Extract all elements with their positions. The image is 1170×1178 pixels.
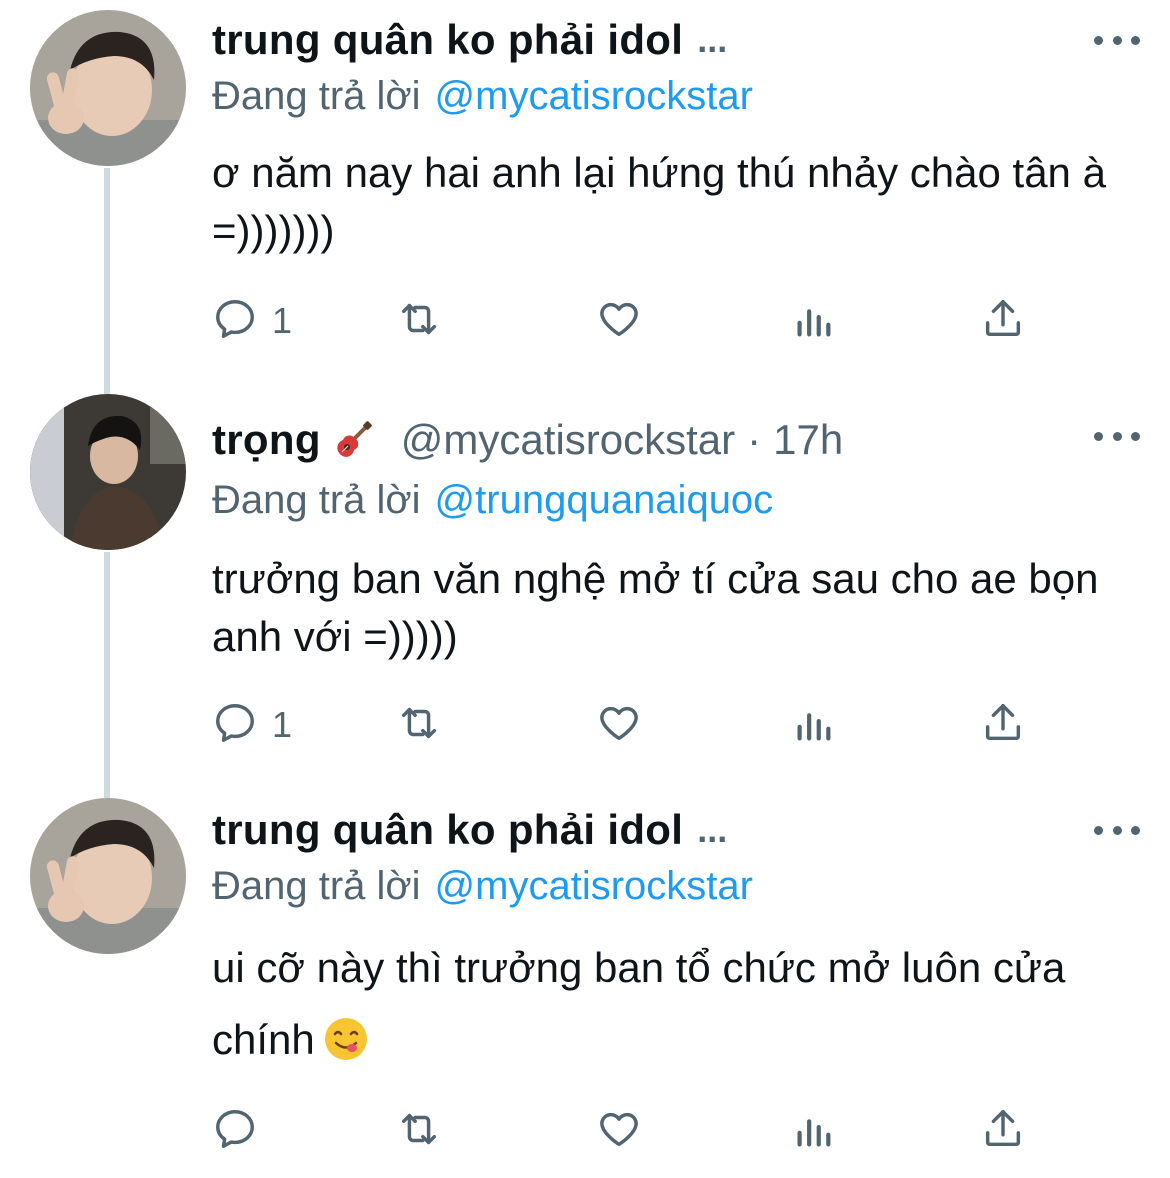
- analytics-button[interactable]: [790, 1106, 836, 1156]
- reply-button[interactable]: 1: [212, 700, 292, 750]
- retweet-icon: [396, 700, 442, 751]
- retweet-button[interactable]: [396, 1106, 442, 1156]
- retweet-button[interactable]: [396, 700, 442, 750]
- tweet-text: ơ năm nay hai anh lại hứng thú nhảy chào…: [212, 149, 1106, 254]
- separator-dot: ·: [747, 416, 762, 463]
- reply-count: 1: [272, 704, 293, 745]
- retweet-icon: [396, 296, 442, 347]
- reply-button[interactable]: [212, 1106, 272, 1156]
- analytics-icon: [790, 700, 836, 751]
- author-name[interactable]: trọng: [212, 416, 321, 464]
- share-button[interactable]: [980, 700, 1026, 750]
- analytics-button[interactable]: [790, 700, 836, 750]
- reply-icon: [212, 700, 258, 751]
- guitar-emoji: [333, 420, 373, 460]
- like-icon: [596, 296, 642, 347]
- mention-link[interactable]: @mycatisrockstar: [435, 864, 753, 908]
- like-button[interactable]: [596, 1106, 642, 1156]
- reply-icon: [212, 296, 258, 347]
- author-handle[interactable]: @mycatisrockstar: [401, 416, 735, 464]
- replying-to-label: Đang trả lời: [212, 864, 421, 908]
- analytics-icon: [790, 1106, 836, 1157]
- action-bar: [212, 1106, 1042, 1156]
- like-icon: [596, 1106, 642, 1157]
- name-truncation: ...: [697, 809, 728, 850]
- yum-face-emoji: [323, 1012, 369, 1060]
- name-truncation: ...: [697, 19, 728, 60]
- tweet-1[interactable]: trung quân ko phải idol ... Đang trả lời…: [0, 0, 1170, 380]
- replying-to-label: Đang trả lời: [212, 74, 421, 118]
- replying-to-label: Đang trả lời: [212, 478, 421, 522]
- share-icon: [980, 1106, 1026, 1157]
- more-options-icon[interactable]: [1094, 820, 1140, 840]
- avatar[interactable]: [30, 10, 186, 166]
- action-bar: 1: [212, 700, 1042, 750]
- retweet-icon: [396, 1106, 442, 1157]
- tweet-2[interactable]: trọng @mycatisrockstar · 17h Đang trả lờ…: [0, 394, 1170, 794]
- mention-link[interactable]: @trungquanaiquoc: [435, 478, 774, 522]
- reply-count: 1: [272, 300, 293, 341]
- avatar[interactable]: [30, 798, 186, 954]
- replying-to: Đang trả lời @mycatisrockstar: [212, 74, 753, 119]
- mention-link[interactable]: @mycatisrockstar: [435, 74, 753, 118]
- replying-to: Đang trả lời @trungquanaiquoc: [212, 478, 773, 523]
- tweet-text: ui cỡ này thì trưởng ban tổ chức mở luôn…: [212, 932, 1142, 1076]
- tweet-header: trung quân ko phải idol ...: [212, 10, 727, 70]
- avatar[interactable]: [30, 394, 186, 550]
- author-name[interactable]: trung quân ko phải idol: [212, 806, 683, 854]
- replying-to: Đang trả lời @mycatisrockstar: [212, 864, 753, 909]
- action-bar: 1: [212, 296, 1042, 346]
- analytics-button[interactable]: [790, 296, 836, 346]
- share-icon: [980, 296, 1026, 347]
- share-icon: [980, 700, 1026, 751]
- author-name[interactable]: trung quân ko phải idol: [212, 16, 683, 64]
- like-button[interactable]: [596, 296, 642, 346]
- share-button[interactable]: [980, 1106, 1026, 1156]
- reply-icon: [212, 1106, 258, 1157]
- tweet-header: trung quân ko phải idol ...: [212, 800, 727, 860]
- more-options-icon[interactable]: [1094, 426, 1140, 446]
- like-icon: [596, 700, 642, 751]
- tweet-3[interactable]: trung quân ko phải idol ... Đang trả lời…: [0, 798, 1170, 1178]
- like-button[interactable]: [596, 700, 642, 750]
- analytics-icon: [790, 296, 836, 347]
- tweet-header: trọng @mycatisrockstar · 17h: [212, 410, 843, 470]
- reply-button[interactable]: 1: [212, 296, 292, 346]
- tweet-text: trưởng ban văn nghệ mở tí cửa sau cho ae…: [212, 555, 1099, 660]
- timestamp[interactable]: 17h: [773, 416, 843, 464]
- more-options-icon[interactable]: [1094, 30, 1140, 50]
- retweet-button[interactable]: [396, 296, 442, 346]
- share-button[interactable]: [980, 296, 1026, 346]
